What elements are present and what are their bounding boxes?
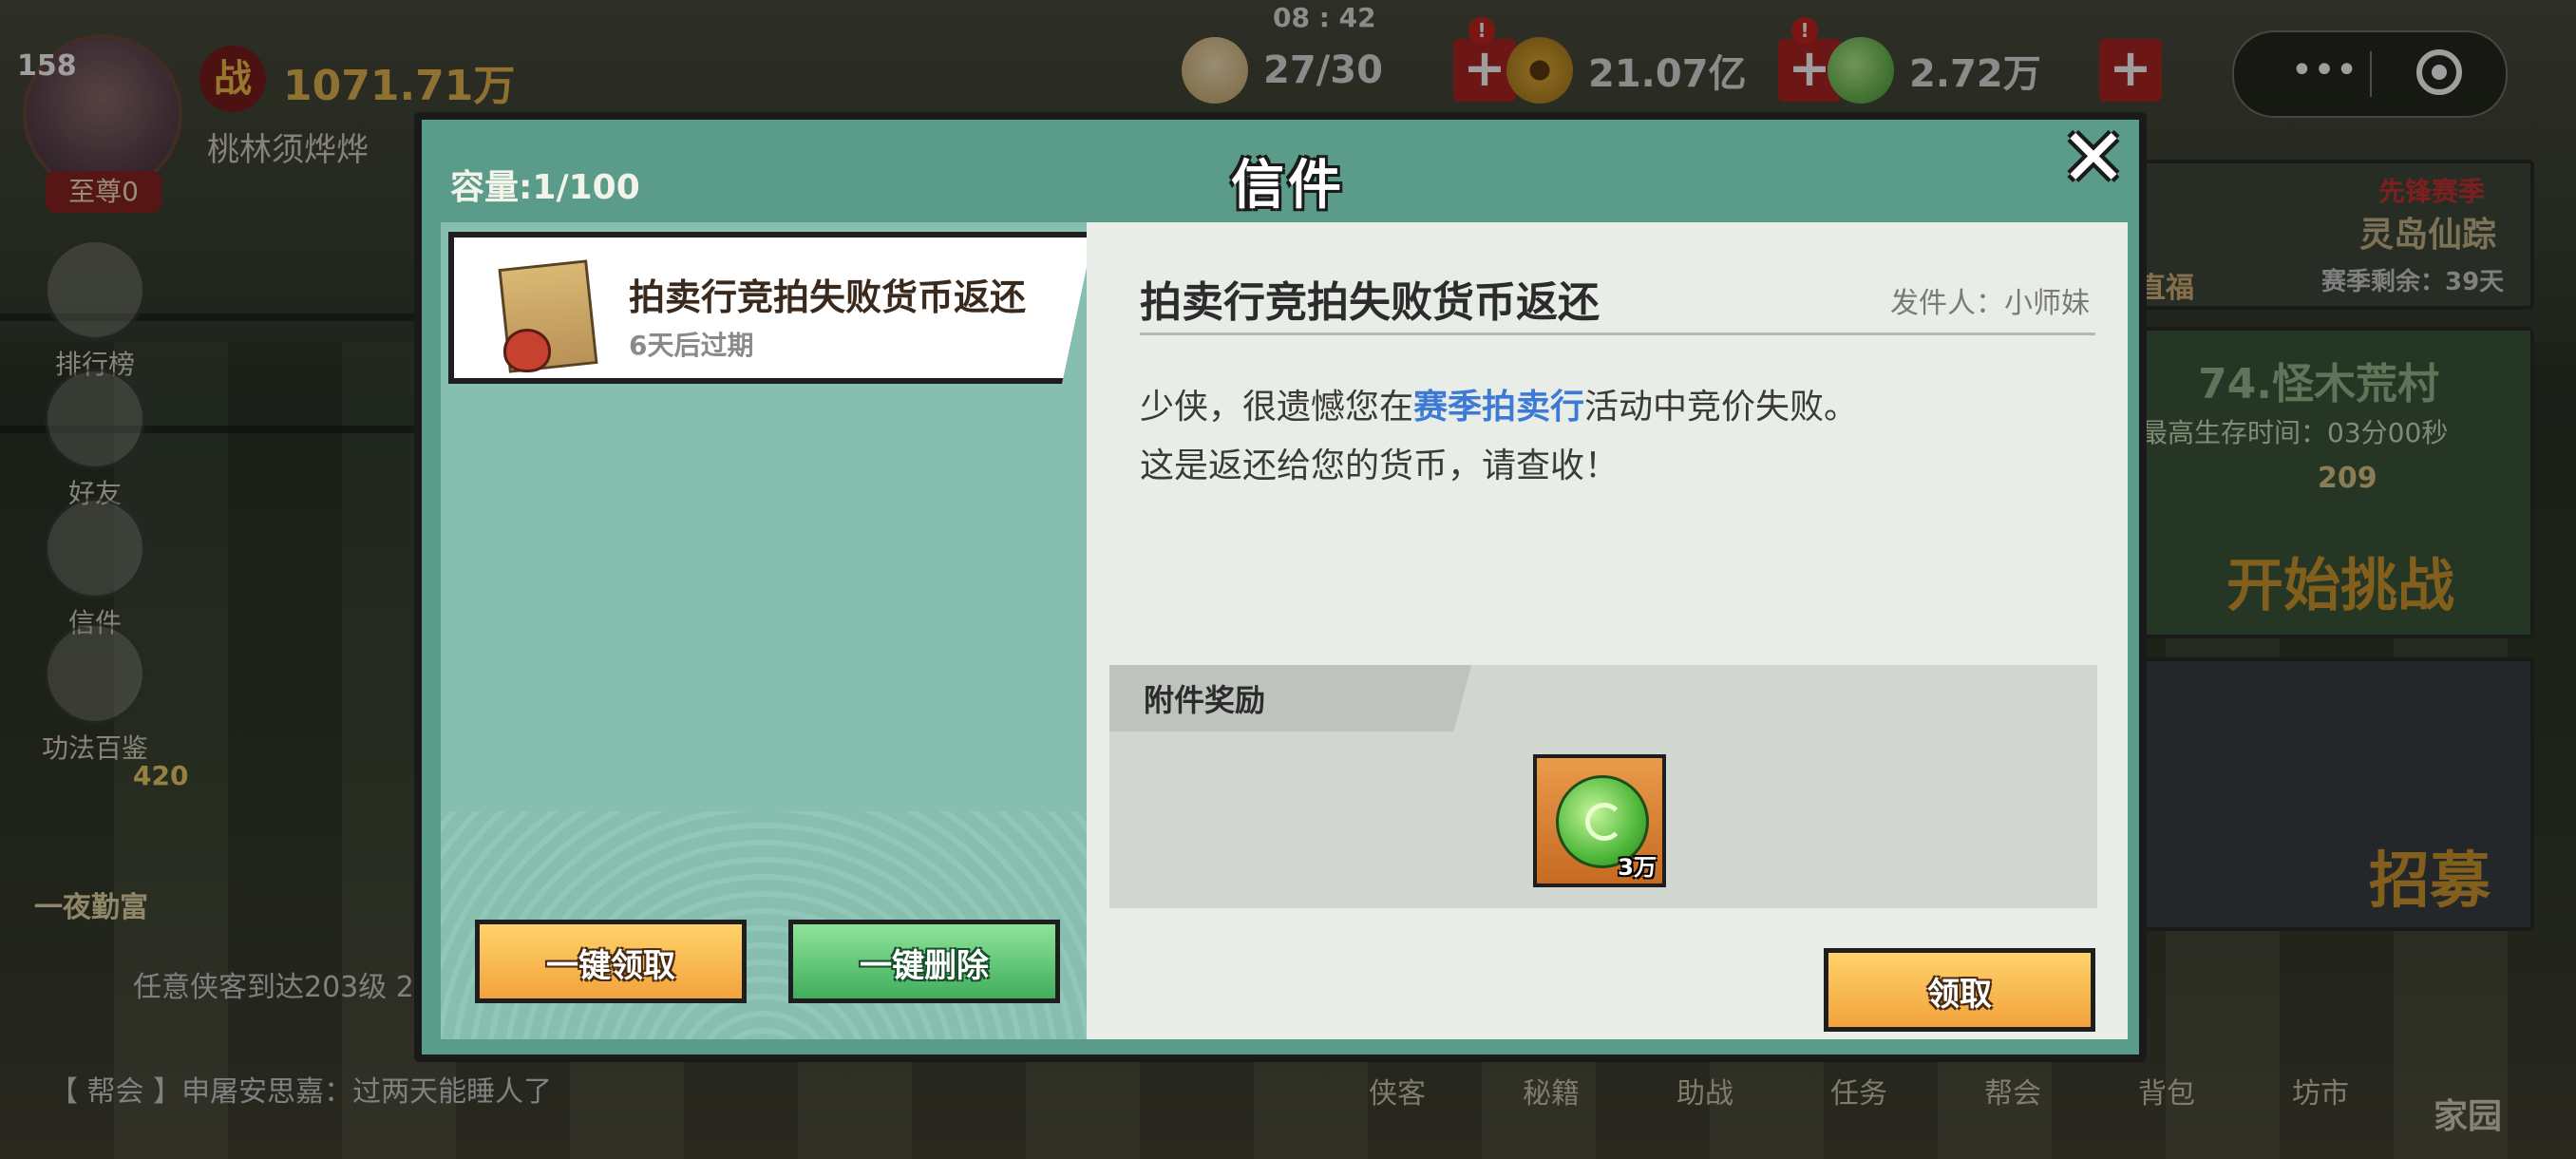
mail-dialog: 容量:1/100 信件 ✕ 拍卖行竞拍失败货币返还 6天后过期 一键领取 一键删… [414,112,2147,1062]
mail-list: 拍卖行竞拍失败货币返还 6天后过期 一键领取 一键删除 [441,222,1094,1039]
body-text: 这是返还给您的货币，请查收！ [1140,446,1619,485]
attachment-header: 附件奖励 [1109,665,2097,732]
mail-detail: 拍卖行竞拍失败货币返还 发件人：小师妹 少侠，很遗憾您在赛季拍卖行活动中竞价失败… [1087,222,2128,1039]
close-icon[interactable]: ✕ [2055,118,2131,198]
detail-sender: 发件人：小师妹 [1890,287,2090,320]
detail-subject: 拍卖行竞拍失败货币返还 [1140,278,1600,327]
attachment-header-label: 附件奖励 [1144,682,1266,718]
mail-body: 少侠，很遗憾您在赛季拍卖行活动中竞价失败。 这是返还给您的货币，请查收！ [1140,378,1858,496]
divider [1140,332,2095,335]
claim-button[interactable]: 领取 [1824,948,2095,1032]
body-text: 少侠，很遗憾您在 [1140,388,1414,427]
season-auction-link: 赛季拍卖行 [1413,388,1585,427]
dialog-title: 信件 [1231,155,1345,217]
money-bag-icon [503,329,551,372]
delete-all-button[interactable]: 一键删除 [788,920,1060,1003]
body-text: 活动中竞价失败。 [1584,388,1859,427]
attachment-section: 附件奖励 3万 [1109,665,2097,908]
mail-list-item[interactable]: 拍卖行竞拍失败货币返还 6天后过期 [448,232,1094,384]
claim-all-button[interactable]: 一键领取 [475,920,747,1003]
mail-expiry: 6天后过期 [629,330,754,361]
attachment-item[interactable]: 3万 [1533,754,1666,887]
attachment-quantity: 3万 [1618,854,1657,881]
mail-subject: 拍卖行竞拍失败货币返还 [629,276,1027,318]
